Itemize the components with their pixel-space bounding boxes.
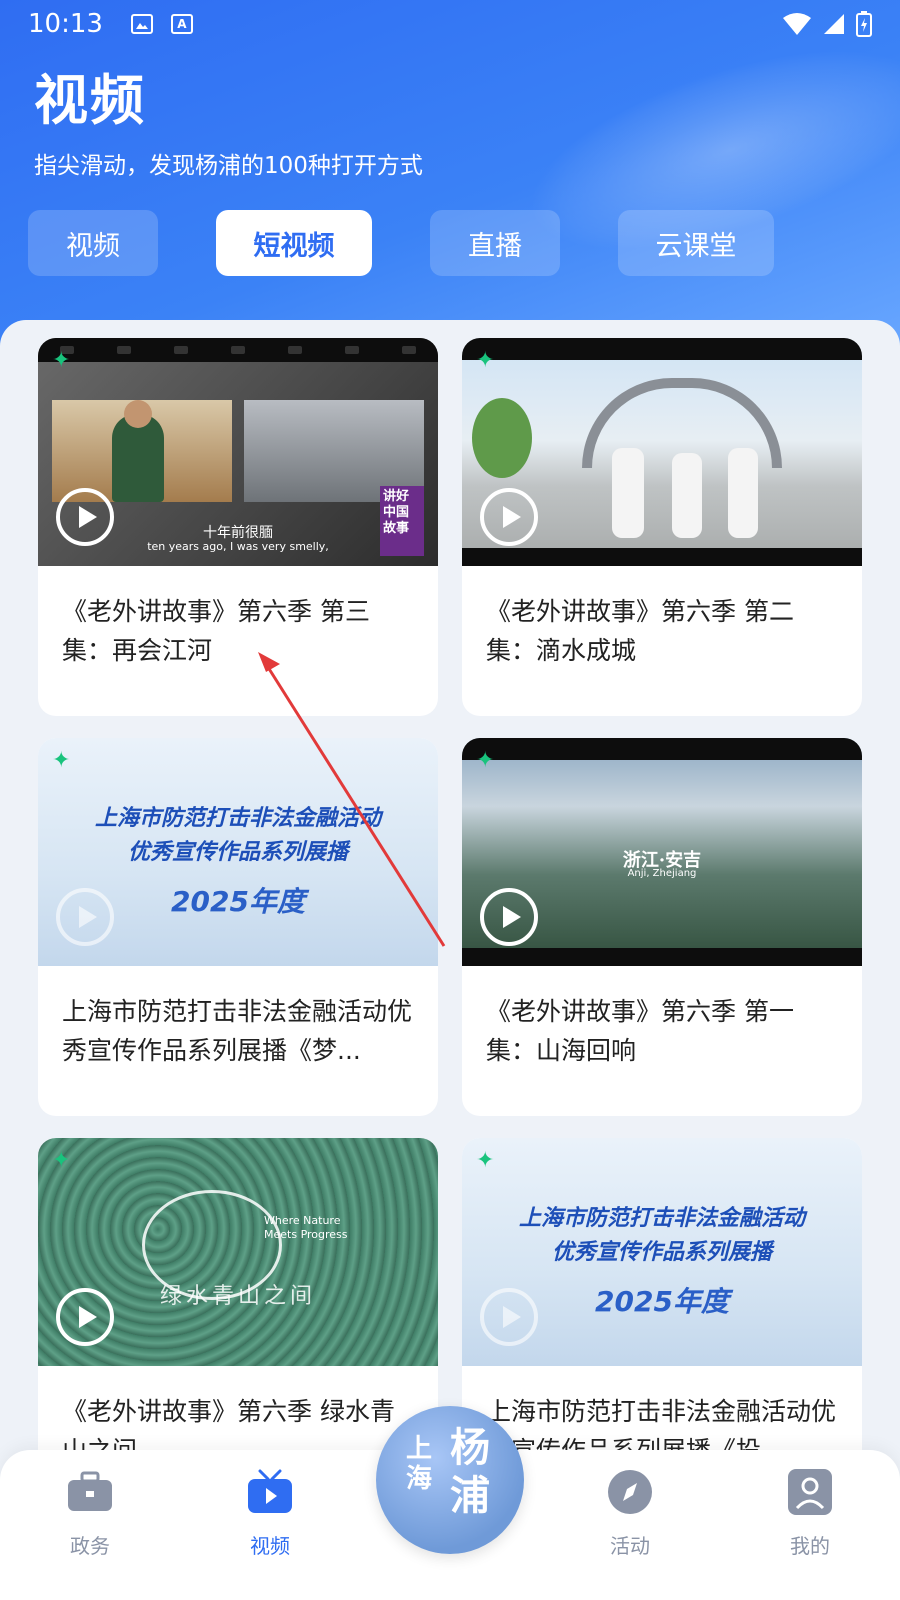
video-thumbnail: 浙江·安吉 Anji, Zhejiang ✦ bbox=[462, 738, 862, 966]
briefcase-icon bbox=[66, 1468, 114, 1516]
compass-icon bbox=[606, 1468, 654, 1516]
channel-logo-icon: ✦ bbox=[52, 748, 71, 773]
nav-item-profile[interactable]: 我的 bbox=[750, 1468, 870, 1559]
video-card[interactable]: 讲好中国故事 十年前很腼 ten years ago, I was very s… bbox=[38, 338, 438, 716]
profile-icon bbox=[786, 1468, 834, 1516]
thumbnail-logo-en: Where Nature Meets Progress bbox=[264, 1214, 348, 1241]
nav-item-activity[interactable]: 活动 bbox=[570, 1468, 690, 1559]
video-card[interactable]: 上海市防范打击非法金融活动 优秀宣传作品系列展播 2025年度 ✦ 上海市防范打… bbox=[38, 738, 438, 1116]
video-thumbnail: 上海市防范打击非法金融活动 优秀宣传作品系列展播 2025年度 ✦ bbox=[462, 1138, 862, 1366]
video-thumbnail: 讲好中国故事 十年前很腼 ten years ago, I was very s… bbox=[38, 338, 438, 566]
channel-logo-icon: ✦ bbox=[476, 348, 495, 373]
promo-line-2: 优秀宣传作品系列展播 bbox=[127, 840, 348, 865]
tab-short-video[interactable]: 短视频 bbox=[216, 210, 372, 276]
page-subtitle: 指尖滑动，发现杨浦的100种打开方式 bbox=[34, 153, 423, 179]
app-notification-icon: A bbox=[170, 14, 193, 34]
battery-icon bbox=[856, 11, 872, 37]
image-notification-icon bbox=[130, 14, 153, 34]
promo-line-2: 优秀宣传作品系列展播 bbox=[551, 1240, 772, 1265]
play-icon[interactable] bbox=[56, 1288, 114, 1346]
thumbnail-place-en: Anji, Zhejiang bbox=[627, 868, 697, 879]
video-thumbnail: 上海市防范打击非法金融活动 优秀宣传作品系列展播 2025年度 ✦ bbox=[38, 738, 438, 966]
play-icon[interactable] bbox=[480, 888, 538, 946]
tv-icon bbox=[246, 1468, 294, 1516]
channel-logo-icon: ✦ bbox=[52, 1148, 71, 1173]
tab-cloud-class[interactable]: 云课堂 bbox=[618, 210, 774, 276]
status-bar: 10:13 A bbox=[0, 0, 900, 48]
play-icon[interactable] bbox=[56, 888, 114, 946]
header-banner: 10:13 A 视频 指尖滑动，发现杨浦的100种打开方式 视频 短视频 直播 … bbox=[0, 0, 900, 360]
nav-label: 我的 bbox=[790, 1534, 830, 1558]
nav-item-government[interactable]: 政务 bbox=[30, 1468, 150, 1559]
page-title: 视频 bbox=[34, 69, 146, 132]
wifi-icon bbox=[783, 13, 811, 35]
thumbnail-interview-frame bbox=[52, 400, 232, 502]
logo-text-yangpu: 杨浦 bbox=[450, 1424, 490, 1519]
nav-item-video[interactable]: 视频 bbox=[210, 1468, 330, 1559]
channel-logo-icon: ✦ bbox=[476, 1148, 495, 1173]
nav-label: 视频 bbox=[250, 1534, 290, 1558]
signal-icon bbox=[824, 14, 844, 34]
video-thumbnail: ✦ bbox=[462, 338, 862, 566]
promo-line-1: 上海市防范打击非法金融活动 bbox=[518, 1206, 805, 1231]
play-icon[interactable] bbox=[480, 1288, 538, 1346]
channel-logo-icon: ✦ bbox=[52, 348, 71, 373]
nav-label: 政务 bbox=[70, 1534, 110, 1558]
video-title: 《老外讲故事》第六季 第三集：再会江河 bbox=[62, 597, 370, 665]
logo-text-shanghai: 上海 bbox=[406, 1434, 433, 1494]
video-card[interactable]: 浙江·安吉 Anji, Zhejiang ✦ 《老外讲故事》第六季 第一集：山海… bbox=[462, 738, 862, 1116]
video-title: 《老外讲故事》第六季 第一集：山海回响 bbox=[486, 997, 794, 1065]
video-title: 《老外讲故事》第六季 第二集：滴水成城 bbox=[486, 597, 794, 665]
video-title: 上海市防范打击非法金融活动优秀宣传作品系列展播《梦... bbox=[62, 997, 413, 1065]
status-time: 10:13 bbox=[28, 9, 103, 39]
video-thumbnail: 绿水青山之间 Where Nature Meets Progress ✦ bbox=[38, 1138, 438, 1366]
play-icon[interactable] bbox=[56, 488, 114, 546]
yangpu-logo-button[interactable]: 上海 杨浦 bbox=[376, 1406, 524, 1554]
tab-live[interactable]: 直播 bbox=[430, 210, 560, 276]
play-icon[interactable] bbox=[480, 488, 538, 546]
video-card[interactable]: ✦ 《老外讲故事》第六季 第二集：滴水成城 bbox=[462, 338, 862, 716]
tab-video[interactable]: 视频 bbox=[28, 210, 158, 276]
nav-label: 活动 bbox=[610, 1534, 650, 1558]
category-tabs: 视频 短视频 直播 云课堂 bbox=[28, 210, 774, 276]
promo-line-1: 上海市防范打击非法金融活动 bbox=[94, 806, 381, 831]
channel-logo-icon: ✦ bbox=[476, 748, 495, 773]
